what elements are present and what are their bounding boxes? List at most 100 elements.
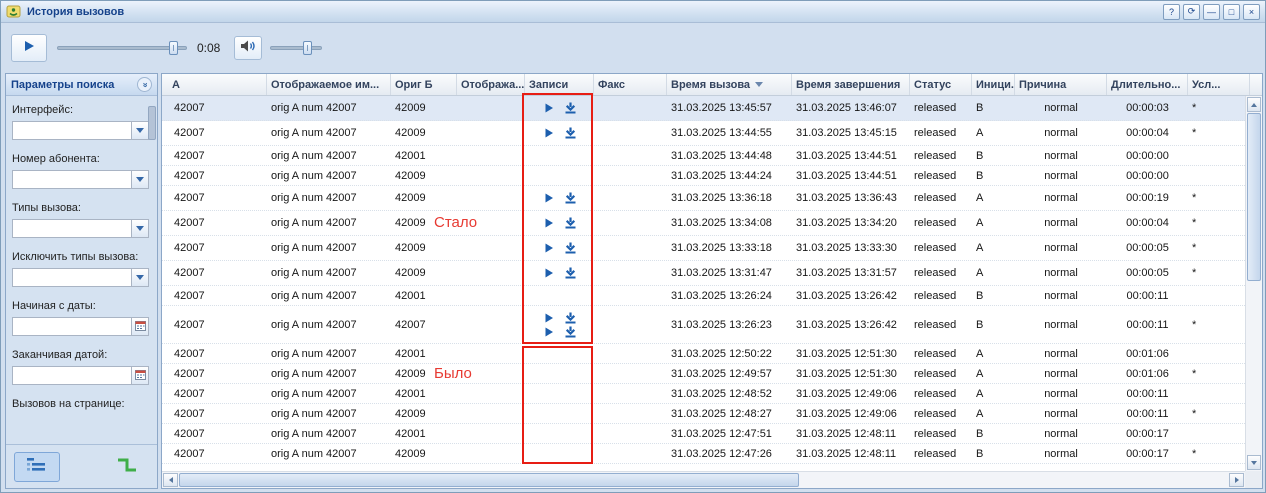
column-header-fax[interactable]: Факс <box>594 74 667 95</box>
date-from-calendar-button[interactable] <box>131 317 149 336</box>
table-row[interactable]: 42007orig A num 420074200931.03.2025 12:… <box>162 404 1245 424</box>
table-row[interactable]: 42007orig A num 420074200131.03.2025 12:… <box>162 384 1245 404</box>
cell-orig_b: 42009 <box>391 261 457 285</box>
date-from-input[interactable] <box>12 317 131 336</box>
column-header-records[interactable]: Записи <box>525 74 594 95</box>
cell-reason: normal <box>1015 306 1107 343</box>
volume-slider[interactable] <box>270 41 322 55</box>
cell-initiator: A <box>972 384 1015 403</box>
interface-input[interactable] <box>12 121 131 140</box>
download-recording-icon[interactable] <box>565 192 576 204</box>
call-flow-view-button[interactable] <box>108 452 146 482</box>
table-row[interactable]: 42007orig A num 420074200931.03.2025 13:… <box>162 261 1245 286</box>
collapse-panel-button[interactable]: « <box>137 77 152 92</box>
cell-status: released <box>910 306 972 343</box>
date-to-input[interactable] <box>12 366 131 385</box>
exclude-call-types-input[interactable] <box>12 268 131 287</box>
minimize-button[interactable]: — <box>1203 4 1220 20</box>
download-recording-icon[interactable] <box>565 217 576 229</box>
download-recording-icon[interactable] <box>565 267 576 279</box>
volume-slider-handle[interactable] <box>303 41 312 55</box>
table-row[interactable]: 42007orig A num 420074200931.03.2025 12:… <box>162 444 1245 464</box>
column-header-orig_b[interactable]: Ориг Б <box>391 74 457 95</box>
playback-slider-track[interactable] <box>57 46 187 50</box>
table-row[interactable]: 42007orig A num 420074200931.03.2025 13:… <box>162 236 1245 261</box>
table-row[interactable]: 42007orig A num 420074200131.03.2025 13:… <box>162 286 1245 306</box>
cell-a: 42007 <box>162 444 267 463</box>
column-header-reason[interactable]: Причина <box>1015 74 1107 95</box>
table-row[interactable]: 42007orig A num 420074200931.03.2025 13:… <box>162 121 1245 146</box>
download-recording-icon[interactable] <box>565 127 576 139</box>
play-recording-icon[interactable] <box>544 268 554 278</box>
date-to-calendar-button[interactable] <box>131 366 149 385</box>
interface-dropdown-button[interactable] <box>131 121 149 140</box>
horizontal-scroll-thumb[interactable] <box>179 473 799 487</box>
cell-initiator: B <box>972 444 1015 463</box>
playback-slider-handle[interactable] <box>169 41 178 55</box>
exclude-call-types-dropdown-button[interactable] <box>131 268 149 287</box>
download-recording-icon[interactable] <box>565 102 576 114</box>
table-row[interactable]: 42007orig A num 420074200931.03.2025 13:… <box>162 211 1245 236</box>
play-button[interactable] <box>11 34 47 62</box>
exclude-call-types-label: Исключить типы вызова: <box>12 251 147 264</box>
sidebar-scrollbar-thumb[interactable] <box>148 106 156 140</box>
column-header-duration[interactable]: Длительно... <box>1107 74 1188 95</box>
play-recording-icon[interactable] <box>544 243 554 253</box>
column-header-call_time[interactable]: Время вызова <box>667 74 792 95</box>
table-row[interactable]: 42007orig A num 420074200931.03.2025 12:… <box>162 364 1245 384</box>
column-header-initiator[interactable]: Иници... <box>972 74 1015 95</box>
table-horizontal-scrollbar[interactable] <box>162 471 1245 488</box>
table-row[interactable]: 42007orig A num 420074200131.03.2025 12:… <box>162 344 1245 364</box>
call-list-view-button[interactable] <box>14 452 60 482</box>
table-row[interactable]: 42007orig A num 420074200931.03.2025 13:… <box>162 96 1245 121</box>
cell-call_time: 31.03.2025 13:44:55 <box>667 121 792 145</box>
download-recording-icon[interactable] <box>565 326 576 338</box>
cell-orig_b: 42009 <box>391 96 457 120</box>
column-header-services[interactable]: Усл... <box>1188 74 1250 95</box>
refresh-button[interactable]: ⟳ <box>1183 4 1200 20</box>
scroll-up-button[interactable] <box>1247 97 1261 112</box>
column-header-end_time[interactable]: Время завершения <box>792 74 910 95</box>
table-row[interactable]: 42007orig A num 420074200131.03.2025 13:… <box>162 146 1245 166</box>
column-header-display_name_a[interactable]: Отображаемое им... <box>267 74 391 95</box>
recording-controls <box>529 192 590 204</box>
playback-slider[interactable] <box>57 41 187 55</box>
play-recording-icon[interactable] <box>544 313 554 323</box>
maximize-button[interactable]: □ <box>1223 4 1240 20</box>
date-from-label: Начиная с даты: <box>12 300 147 313</box>
close-button[interactable]: × <box>1243 4 1260 20</box>
play-recording-icon[interactable] <box>544 103 554 113</box>
table-vertical-scrollbar[interactable] <box>1245 96 1262 471</box>
cell-status: released <box>910 444 972 463</box>
help-button[interactable]: ? <box>1163 4 1180 20</box>
date-to-label: Заканчивая датой: <box>12 349 147 362</box>
column-header-a[interactable]: А <box>162 74 267 95</box>
call-types-dropdown-button[interactable] <box>131 219 149 238</box>
sidebar-scrollbar[interactable] <box>148 100 156 440</box>
column-header-status[interactable]: Статус <box>910 74 972 95</box>
table-row[interactable]: 42007orig A num 420074200931.03.2025 13:… <box>162 186 1245 211</box>
cell-fax <box>594 236 667 260</box>
play-recording-icon[interactable] <box>544 327 554 337</box>
download-recording-icon[interactable] <box>565 312 576 324</box>
scroll-left-button[interactable] <box>163 473 178 487</box>
column-header-display_name_b[interactable]: Отобража... <box>457 74 525 95</box>
cell-end_time: 31.03.2025 12:49:06 <box>792 404 910 423</box>
cell-reason: normal <box>1015 186 1107 210</box>
call-types-input[interactable] <box>12 219 131 238</box>
table-row[interactable]: 42007orig A num 420074200131.03.2025 12:… <box>162 424 1245 444</box>
table-row[interactable]: 42007orig A num 420074200931.03.2025 13:… <box>162 166 1245 186</box>
play-recording-icon[interactable] <box>544 193 554 203</box>
download-recording-icon[interactable] <box>565 242 576 254</box>
vertical-scroll-thumb[interactable] <box>1247 113 1261 281</box>
volume-button[interactable] <box>234 36 262 60</box>
play-recording-icon[interactable] <box>544 218 554 228</box>
play-recording-icon[interactable] <box>544 128 554 138</box>
subscriber-number-dropdown-button[interactable] <box>131 170 149 189</box>
table-row[interactable]: 42007orig A num 420074200731.03.2025 13:… <box>162 306 1245 344</box>
scroll-down-button[interactable] <box>1247 455 1261 470</box>
volume-slider-track[interactable] <box>270 46 322 50</box>
subscriber-number-input[interactable] <box>12 170 131 189</box>
scroll-right-button[interactable] <box>1229 473 1244 487</box>
interface-field: Интерфейс: <box>12 104 147 140</box>
